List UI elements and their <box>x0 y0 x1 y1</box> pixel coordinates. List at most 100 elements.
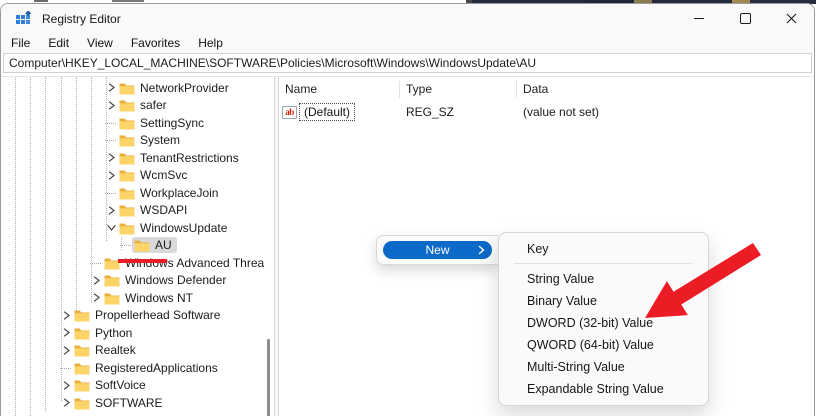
tree-node-box: System <box>117 132 185 148</box>
tree-item-tenantrestrictions[interactable]: TenantRestrictions <box>1 149 266 167</box>
submenu-item-string-value[interactable]: String Value <box>504 268 703 290</box>
tree-item-label: WcmSvc <box>140 168 187 182</box>
folder-icon <box>134 239 150 252</box>
submenu-item-dword-32-bit-value[interactable]: DWORD (32-bit) Value <box>504 312 703 334</box>
value-type: REG_SZ <box>400 105 517 119</box>
tree-item-label: WSDAPI <box>140 203 187 217</box>
submenu-item-multi-string-value[interactable]: Multi-String Value <box>504 356 703 378</box>
menu-item-help[interactable]: Help <box>189 34 232 52</box>
expand-chevron[interactable] <box>60 397 72 409</box>
folder-icon <box>74 309 90 322</box>
tree-item-propellerhead-software[interactable]: Propellerhead Software <box>1 307 266 325</box>
expand-chevron[interactable] <box>60 327 72 339</box>
column-header-data[interactable]: Data <box>517 81 814 98</box>
tree-node-box: Propellerhead Software <box>72 307 225 323</box>
folder-icon <box>119 222 135 235</box>
tree-item-label: TenantRestrictions <box>140 151 239 165</box>
expand-chevron[interactable] <box>90 292 102 304</box>
folder-icon <box>119 152 135 165</box>
tree-item-python[interactable]: Python <box>1 324 266 342</box>
folder-icon <box>119 169 135 182</box>
context-menu: New <box>376 235 498 265</box>
tree-scrollbar-thumb[interactable] <box>267 339 270 416</box>
tree-item-settingsync[interactable]: SettingSync <box>1 114 266 132</box>
column-header-type[interactable]: Type <box>400 81 517 98</box>
tree-item-au[interactable]: AU <box>1 237 266 255</box>
context-menu-new-label: New <box>425 243 449 257</box>
close-button[interactable] <box>768 4 814 33</box>
tree-item-softvoice[interactable]: SoftVoice <box>1 377 266 395</box>
tree-item-registeredapplications[interactable]: RegisteredApplications <box>1 359 266 377</box>
title-bar: Registry Editor <box>1 4 814 33</box>
tree-item-windows-nt[interactable]: Windows NT <box>1 289 266 307</box>
expand-chevron[interactable] <box>105 204 117 216</box>
tree-item-safer[interactable]: safer <box>1 97 266 115</box>
tree-item-wsdapi[interactable]: WSDAPI <box>1 202 266 220</box>
folder-icon <box>119 204 135 217</box>
tree-item-label: Windows Defender <box>125 273 226 287</box>
submenu-item-key[interactable]: Key <box>504 238 703 260</box>
tree-node-box: safer <box>117 97 172 113</box>
folder-icon <box>74 327 90 340</box>
tree-node-box: TenantRestrictions <box>117 150 244 166</box>
column-header-name[interactable]: Name <box>279 81 400 98</box>
value-name-cell: ab(Default) <box>279 103 400 121</box>
expand-chevron[interactable] <box>105 82 117 94</box>
menu-item-file[interactable]: File <box>2 34 39 52</box>
collapse-chevron[interactable] <box>105 222 117 234</box>
tree-node-box: NetworkProvider <box>117 80 234 96</box>
value-name: (Default) <box>299 103 355 121</box>
menu-item-view[interactable]: View <box>78 34 122 52</box>
tree-node-box: Windows Defender <box>102 272 231 288</box>
expand-chevron[interactable] <box>105 169 117 181</box>
folder-icon <box>104 274 120 287</box>
tree-node-box: SoftVoice <box>72 377 151 393</box>
chevron-right-icon <box>107 152 116 163</box>
expand-chevron[interactable] <box>60 344 72 356</box>
folder-icon <box>119 99 135 112</box>
tree-item-workplacejoin[interactable]: WorkplaceJoin <box>1 184 266 202</box>
tree-item-networkprovider[interactable]: NetworkProvider <box>1 79 266 97</box>
expand-chevron[interactable] <box>60 379 72 391</box>
tree-node-box: Python <box>72 325 137 341</box>
tree-node-box: WorkplaceJoin <box>117 185 223 201</box>
tree-item-windows-defender[interactable]: Windows Defender <box>1 272 266 290</box>
tree-item-wcmsvc[interactable]: WcmSvc <box>1 167 266 185</box>
tree-item-realtek[interactable]: Realtek <box>1 342 266 360</box>
tree-connector <box>120 239 132 251</box>
menu-item-favorites[interactable]: Favorites <box>122 34 189 52</box>
minimize-button[interactable] <box>676 4 722 33</box>
folder-icon <box>119 82 135 95</box>
tree-node-box: Windows NT <box>102 290 198 306</box>
context-menu-item-new[interactable]: New <box>383 241 492 259</box>
submenu-separator <box>514 263 693 264</box>
chevron-right-icon <box>62 310 71 321</box>
chevron-right-icon <box>62 345 71 356</box>
expand-chevron[interactable] <box>105 152 117 164</box>
tree-item-label: Realtek <box>95 343 136 357</box>
submenu-item-binary-value[interactable]: Binary Value <box>504 290 703 312</box>
tree-item-label: WorkplaceJoin <box>140 186 218 200</box>
tree-item-label: Windows NT <box>125 291 193 305</box>
folder-icon <box>104 292 120 305</box>
folder-icon <box>119 187 135 200</box>
menu-item-edit[interactable]: Edit <box>39 34 78 52</box>
chevron-right-icon <box>92 292 101 303</box>
maximize-button[interactable] <box>722 4 768 33</box>
expand-chevron[interactable] <box>90 274 102 286</box>
expand-chevron[interactable] <box>60 309 72 321</box>
tree-item-windowsupdate[interactable]: WindowsUpdate <box>1 219 266 237</box>
tree-connector <box>105 134 117 146</box>
close-icon <box>786 13 797 24</box>
tree-item-system[interactable]: System <box>1 132 266 150</box>
expand-chevron[interactable] <box>105 99 117 111</box>
tree-node-box: SOFTWARE <box>72 395 168 411</box>
folder-icon <box>119 117 135 130</box>
address-bar-input[interactable]: Computer\HKEY_LOCAL_MACHINE\SOFTWARE\Pol… <box>3 53 812 73</box>
tree-item-label: SoftVoice <box>95 378 146 392</box>
tree-item-software[interactable]: SOFTWARE <box>1 394 266 412</box>
submenu-item-expandable-string-value[interactable]: Expandable String Value <box>504 378 703 400</box>
submenu-item-qword-64-bit-value[interactable]: QWORD (64-bit) Value <box>504 334 703 356</box>
tree-node-box: RegisteredApplications <box>72 360 223 376</box>
value-row-default[interactable]: ab(Default)REG_SZ(value not set) <box>279 103 814 121</box>
